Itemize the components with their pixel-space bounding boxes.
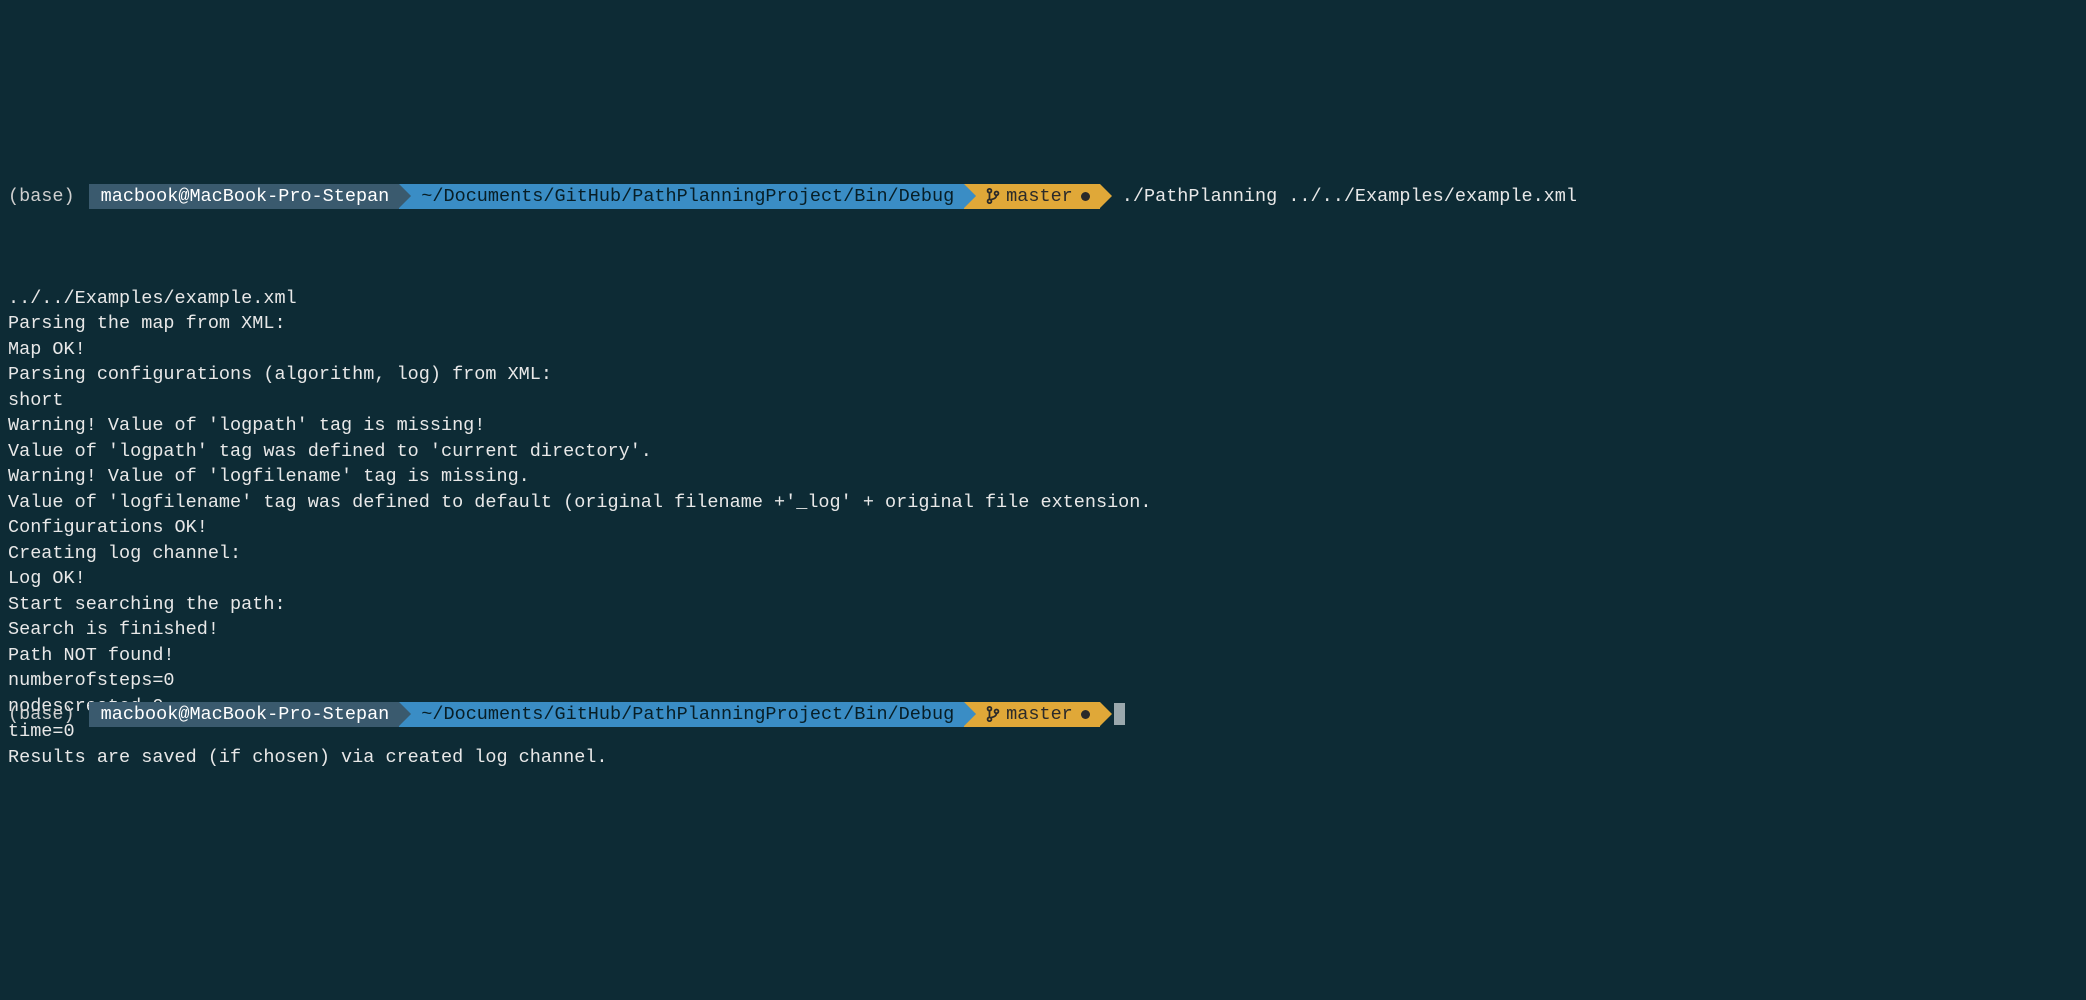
git-branch-segment: master: [964, 184, 1100, 210]
conda-env-segment: (base): [8, 702, 85, 728]
prompt-line-1: (base) macbook@MacBook-Pro-Stepan ~/Docu…: [8, 184, 2078, 210]
output-line: Map OK!: [8, 337, 2078, 363]
powerline-arrow-icon: [399, 702, 411, 726]
command-text: ./PathPlanning ../../Examples/example.xm…: [1122, 184, 1577, 210]
output-line: Creating log channel:: [8, 541, 2078, 567]
output-line: short: [8, 388, 2078, 414]
command-segment[interactable]: ./PathPlanning ../../Examples/example.xm…: [1100, 184, 1587, 210]
git-dirty-dot-icon: [1081, 710, 1090, 719]
output-line: Start searching the path:: [8, 592, 2078, 618]
output-line: Log OK!: [8, 566, 2078, 592]
output-line: Parsing the map from XML:: [8, 311, 2078, 337]
user-host-segment: macbook@MacBook-Pro-Stepan: [89, 184, 400, 210]
git-branch-segment: master: [964, 702, 1100, 728]
user-host-segment: macbook@MacBook-Pro-Stepan: [89, 702, 400, 728]
output-line: Path NOT found!: [8, 643, 2078, 669]
cursor-icon: [1114, 703, 1125, 725]
output-line: Value of 'logpath' tag was defined to 'c…: [8, 439, 2078, 465]
user-host-text: macbook@MacBook-Pro-Stepan: [101, 702, 390, 728]
output-line: Results are saved (if chosen) via create…: [8, 745, 2078, 771]
prompt-line-2: (base) macbook@MacBook-Pro-Stepan ~/Docu…: [8, 702, 1135, 728]
git-branch-icon: [986, 187, 1000, 205]
user-host-text: macbook@MacBook-Pro-Stepan: [101, 184, 390, 210]
output-line: Configurations OK!: [8, 515, 2078, 541]
conda-env-segment: (base): [8, 184, 85, 210]
output-line: Warning! Value of 'logpath' tag is missi…: [8, 413, 2078, 439]
terminal-output: ../../Examples/example.xmlParsing the ma…: [8, 286, 2078, 771]
powerline-arrow-icon: [399, 184, 411, 208]
git-branch-name: master: [1006, 184, 1073, 210]
conda-env-text: (base): [8, 184, 75, 210]
cwd-segment: ~/Documents/GitHub/PathPlanningProject/B…: [399, 702, 964, 728]
conda-env-text: (base): [8, 702, 75, 728]
output-line: numberofsteps=0: [8, 668, 2078, 694]
cwd-text: ~/Documents/GitHub/PathPlanningProject/B…: [421, 702, 954, 728]
cwd-text: ~/Documents/GitHub/PathPlanningProject/B…: [421, 184, 954, 210]
git-dirty-dot-icon: [1081, 192, 1090, 201]
terminal-window[interactable]: (base) macbook@MacBook-Pro-Stepan ~/Docu…: [0, 102, 2086, 872]
git-branch-icon: [986, 705, 1000, 723]
cwd-segment: ~/Documents/GitHub/PathPlanningProject/B…: [399, 184, 964, 210]
powerline-arrow-icon: [1100, 184, 1112, 208]
output-line: Warning! Value of 'logfilename' tag is m…: [8, 464, 2078, 490]
output-line: ../../Examples/example.xml: [8, 286, 2078, 312]
git-branch-name: master: [1006, 702, 1073, 728]
powerline-arrow-icon: [964, 184, 976, 208]
output-line: Search is finished!: [8, 617, 2078, 643]
output-line: Value of 'logfilename' tag was defined t…: [8, 490, 2078, 516]
powerline-arrow-icon: [964, 702, 976, 726]
powerline-arrow-icon: [1100, 702, 1112, 726]
output-line: Parsing configurations (algorithm, log) …: [8, 362, 2078, 388]
